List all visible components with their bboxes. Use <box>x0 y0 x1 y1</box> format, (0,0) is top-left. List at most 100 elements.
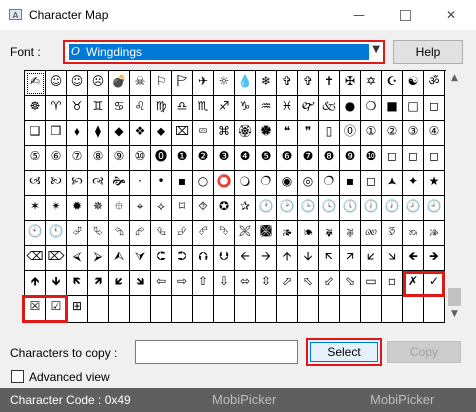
character-cell[interactable]: ॐ <box>424 71 445 96</box>
scroll-down-arrow-icon[interactable]: ▼ <box>446 306 463 323</box>
character-cell[interactable]: ⬁ <box>298 271 319 296</box>
character-cell[interactable]: ✗ <box>403 271 424 296</box>
font-dropdown[interactable]: O Wingdings ▼ <box>63 40 385 64</box>
character-cell[interactable] <box>235 296 256 323</box>
character-cell[interactable] <box>88 296 109 323</box>
character-cell[interactable]: ① <box>361 121 382 146</box>
character-cell[interactable]: ⑦ <box>67 146 88 171</box>
character-cell[interactable]: ♈ <box>46 96 67 121</box>
character-cell[interactable]: ● <box>340 96 361 121</box>
character-cell[interactable]: ♐ <box>214 96 235 121</box>
character-cell[interactable]: 🙡 <box>67 171 88 196</box>
character-cell[interactable]: 🙢 <box>25 171 46 196</box>
character-cell[interactable]: ❒ <box>46 121 67 146</box>
character-cell[interactable]: 🙰 <box>298 96 319 121</box>
character-cell[interactable]: ☒ <box>25 296 46 323</box>
character-cell[interactable]: ⑤ <box>25 146 46 171</box>
character-cell[interactable]: 🕚 <box>46 221 67 246</box>
character-cell[interactable]: ⮱ <box>88 221 109 246</box>
character-cell[interactable]: 🙵 <box>319 96 340 121</box>
character-cell[interactable]: 🡿 <box>109 271 130 296</box>
character-cell[interactable]: ⬃ <box>319 271 340 296</box>
character-cell[interactable]: ⮷ <box>214 221 235 246</box>
character-cell[interactable]: 🕔 <box>340 196 361 221</box>
character-cell[interactable]: ⬥ <box>151 121 172 146</box>
character-cell[interactable] <box>151 296 172 323</box>
character-cell[interactable]: ♋ <box>109 96 130 121</box>
character-cell[interactable]: 💧 <box>235 71 256 96</box>
character-cell[interactable]: 🡽 <box>88 271 109 296</box>
character-cell[interactable]: 🡨 <box>235 246 256 271</box>
character-cell[interactable]: 🙐 <box>361 221 382 246</box>
character-cell[interactable]: ▪ <box>340 171 361 196</box>
character-cell[interactable]: ⌧ <box>172 121 193 146</box>
character-cell[interactable]: ⑨ <box>109 146 130 171</box>
character-cell[interactable]: ⬀ <box>277 271 298 296</box>
character-cell[interactable]: ⮙ <box>109 246 130 271</box>
character-cell[interactable]: ⑧ <box>88 146 109 171</box>
character-cell[interactable]: 🙠 <box>46 171 67 196</box>
character-cell[interactable]: ✈ <box>193 71 214 96</box>
character-cell[interactable]: ▫ <box>382 271 403 296</box>
character-cell[interactable]: ❄ <box>256 71 277 96</box>
character-cell[interactable]: ✴ <box>46 196 67 221</box>
character-cell[interactable]: ⓪ <box>340 121 361 146</box>
character-cell[interactable]: ☪ <box>382 71 403 96</box>
character-cell[interactable]: 🟂 <box>382 171 403 196</box>
character-cell[interactable]: 🡭 <box>340 246 361 271</box>
character-cell[interactable]: ❑ <box>25 121 46 146</box>
character-cell[interactable]: 🕖 <box>382 196 403 221</box>
character-cell[interactable]: ♏ <box>193 96 214 121</box>
character-cell[interactable]: ⌫ <box>25 246 46 271</box>
close-button[interactable]: ✕ <box>428 0 474 30</box>
character-cell[interactable]: ◻ <box>361 171 382 196</box>
character-cell[interactable]: ◻ <box>403 146 424 171</box>
character-cell[interactable]: 🙔 <box>298 221 319 246</box>
character-cell[interactable]: 🡯 <box>361 246 382 271</box>
character-cell[interactable]: ❸ <box>214 146 235 171</box>
character-cell[interactable]: ♍ <box>151 96 172 121</box>
character-cell[interactable]: ⌖ <box>130 196 151 221</box>
character-cell[interactable]: ⊞ <box>67 296 88 323</box>
character-cell[interactable]: 🡪 <box>256 246 277 271</box>
character-cell[interactable]: 🡼 <box>67 271 88 296</box>
character-cell[interactable]: ✡ <box>361 71 382 96</box>
character-cell[interactable]: ♑ <box>235 96 256 121</box>
character-cell[interactable]: ⮚ <box>88 246 109 271</box>
character-cell[interactable]: ⯐ <box>109 196 130 221</box>
character-cell[interactable]: ✹ <box>67 196 88 221</box>
advanced-view-checkbox[interactable] <box>11 370 24 383</box>
character-cell[interactable]: ❶ <box>172 146 193 171</box>
character-cell[interactable]: ☠ <box>130 71 151 96</box>
scroll-up-arrow-icon[interactable]: ▲ <box>446 70 463 87</box>
character-cell[interactable]: ⌑ <box>172 196 193 221</box>
character-cell[interactable]: 🙑 <box>382 221 403 246</box>
character-cell[interactable]: ⮘ <box>67 246 88 271</box>
select-button[interactable]: Select <box>306 338 382 366</box>
character-cell[interactable]: ♒ <box>256 96 277 121</box>
character-cell[interactable] <box>130 296 151 323</box>
character-cell[interactable]: 🙪 <box>235 221 256 246</box>
character-cell[interactable]: ⇨ <box>172 271 193 296</box>
character-cell[interactable]: ❞ <box>298 121 319 146</box>
character-cell[interactable]: ❝ <box>277 121 298 146</box>
character-cell[interactable]: ❼ <box>298 146 319 171</box>
character-cell[interactable]: ❽ <box>319 146 340 171</box>
character-cell[interactable]: 🙖 <box>340 221 361 246</box>
character-cell[interactable]: ♌ <box>130 96 151 121</box>
character-cell[interactable]: ⮉ <box>193 246 214 271</box>
character-cell[interactable]: 🕘 <box>424 196 445 221</box>
character-cell[interactable] <box>109 296 130 323</box>
character-cell[interactable]: ✰ <box>235 196 256 221</box>
characters-to-copy-input[interactable] <box>135 340 298 364</box>
character-cell[interactable] <box>214 296 235 323</box>
character-cell[interactable]: ♓ <box>277 96 298 121</box>
character-cell[interactable]: ✠ <box>340 71 361 96</box>
help-button[interactable]: Help <box>393 40 463 64</box>
maximize-button[interactable] <box>382 0 428 30</box>
character-cell[interactable] <box>424 296 445 323</box>
character-cell[interactable]: ◉ <box>277 171 298 196</box>
character-cell[interactable]: 🡺 <box>424 246 445 271</box>
character-cell[interactable]: 🡩 <box>277 246 298 271</box>
character-cell[interactable]: 🕗 <box>403 196 424 221</box>
